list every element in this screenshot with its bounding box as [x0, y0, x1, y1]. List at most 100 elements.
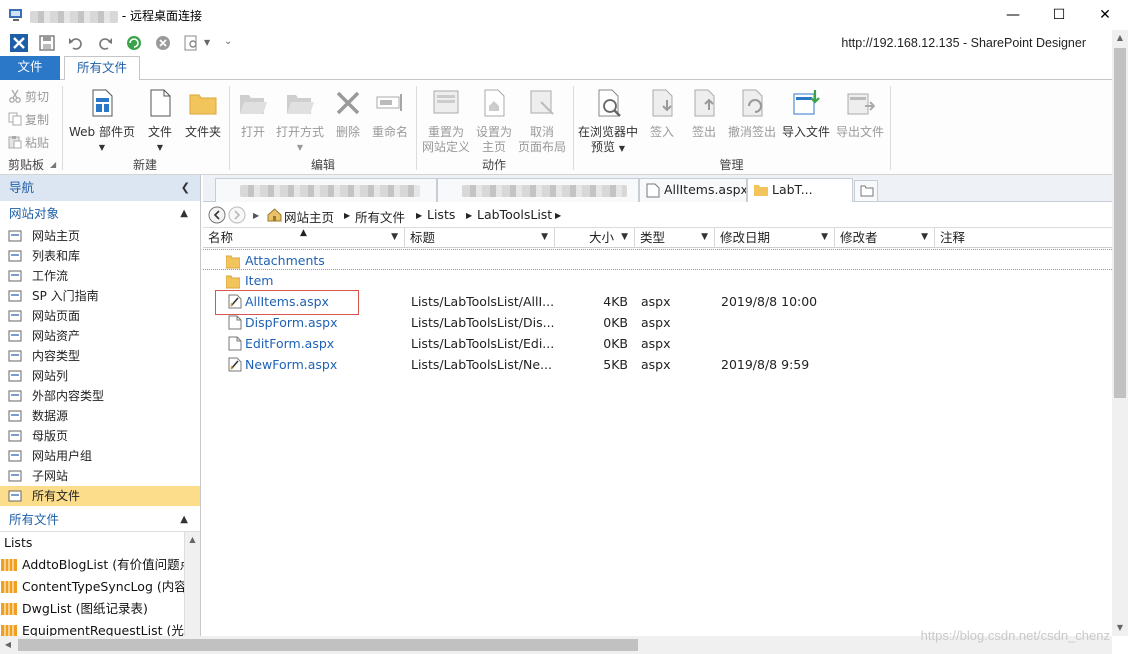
- table-row[interactable]: EditForm.aspx Lists/LabToolsList/Edi... 0K…: [203, 333, 1112, 354]
- table-row[interactable]: Attachments: [203, 249, 1112, 270]
- tree-root-lists[interactable]: Lists: [0, 532, 184, 554]
- open-button[interactable]: 打开: [234, 88, 272, 140]
- maximize-button[interactable]: ☐: [1036, 0, 1082, 30]
- file-name-link[interactable]: EditForm.aspx: [245, 336, 334, 351]
- column-comments[interactable]: 注释: [935, 228, 1112, 248]
- paste-button[interactable]: 粘贴: [8, 134, 49, 151]
- tree-list-item[interactable]: ContentTypeSyncLog (内容类: [0, 576, 184, 598]
- new-folder-button[interactable]: 文件夹: [182, 88, 224, 140]
- column-name[interactable]: 名称 ▲ ▼: [203, 228, 405, 248]
- nav-item-content-type[interactable]: 内容类型: [0, 346, 200, 366]
- new-web-part-page-button[interactable]: Web 部件页 ▼: [66, 88, 138, 155]
- site-objects-header[interactable]: 网站对象 ▲: [0, 203, 200, 225]
- undo-icon[interactable]: [68, 35, 84, 51]
- clipboard-launcher-icon[interactable]: ◢: [50, 160, 56, 169]
- redo-icon[interactable]: [97, 35, 113, 51]
- copy-button[interactable]: 复制: [8, 111, 49, 128]
- nav-item-asset[interactable]: 网站资产: [0, 326, 200, 346]
- close-button[interactable]: ✕: [1082, 0, 1128, 30]
- nav-item-getting-started[interactable]: SP 入门指南: [0, 286, 200, 306]
- breadcrumb-separator-icon[interactable]: ▶: [344, 211, 350, 220]
- stop-icon[interactable]: [155, 35, 171, 51]
- minimize-button[interactable]: —: [990, 0, 1036, 30]
- reset-to-site-definition-button[interactable]: 重置为 网站定义: [420, 88, 472, 155]
- nav-item-subsite[interactable]: 子网站: [0, 466, 200, 486]
- breadcrumb-all-files[interactable]: 所有文件: [355, 207, 405, 226]
- doc-tab-2[interactable]: [437, 178, 639, 202]
- preview-in-browser-button[interactable]: 在浏览器中 预览 ▼: [577, 88, 639, 156]
- breadcrumb-separator-icon[interactable]: ▶: [555, 211, 561, 220]
- new-file-button[interactable]: 文件 ▼: [142, 88, 178, 155]
- nav-item-external-content[interactable]: 外部内容类型: [0, 386, 200, 406]
- delete-button[interactable]: 删除: [330, 88, 366, 140]
- column-modified-date[interactable]: 修改日期 ▼: [715, 228, 835, 248]
- export-file-button[interactable]: 导出文件: [834, 88, 886, 140]
- cut-button[interactable]: 剪切: [8, 88, 49, 105]
- file-name-link[interactable]: NewForm.aspx: [245, 357, 337, 372]
- open-with-button[interactable]: 打开方式 ▼: [274, 88, 326, 155]
- chevron-up-icon[interactable]: ▲: [180, 203, 188, 225]
- nav-item-data-source[interactable]: 数据源: [0, 406, 200, 426]
- navigation-header[interactable]: 导航 ❮: [0, 175, 200, 201]
- filter-dropdown-icon[interactable]: ▼: [621, 228, 628, 247]
- breadcrumb-separator-icon[interactable]: ▶: [416, 211, 422, 220]
- save-icon[interactable]: [39, 35, 55, 51]
- breadcrumb-labtoolslist[interactable]: LabToolsList: [477, 207, 552, 222]
- breadcrumb-separator-icon[interactable]: ▶: [466, 211, 472, 220]
- sharepoint-designer-logo-icon[interactable]: [10, 34, 28, 52]
- check-out-button[interactable]: 签出: [684, 88, 724, 140]
- tab-file[interactable]: 文件: [0, 56, 60, 80]
- table-row[interactable]: DispForm.aspx Lists/LabToolsList/Dis... 0K…: [203, 312, 1112, 333]
- scrollbar-thumb[interactable]: [1114, 48, 1126, 398]
- table-row[interactable]: Item: [203, 270, 1112, 291]
- scroll-up-icon[interactable]: ▲: [1112, 30, 1128, 46]
- breadcrumb-lists[interactable]: Lists: [427, 207, 455, 222]
- all-files-header[interactable]: 所有文件 ▲: [0, 509, 200, 531]
- filter-dropdown-icon[interactable]: ▼: [821, 228, 828, 247]
- forward-button[interactable]: [228, 206, 246, 224]
- new-tab-button[interactable]: [854, 180, 878, 201]
- table-row[interactable]: NewForm.aspx Lists/LabToolsList/Ne... 5KB a…: [203, 354, 1112, 375]
- preview-dropdown-icon[interactable]: ▼: [204, 38, 210, 47]
- refresh-icon[interactable]: [126, 35, 142, 51]
- back-button[interactable]: [208, 206, 226, 224]
- undo-check-out-button[interactable]: 撤消签出: [726, 88, 778, 140]
- scroll-left-icon[interactable]: ◀: [0, 636, 16, 654]
- check-in-button[interactable]: 签入: [642, 88, 682, 140]
- breadcrumb-history-icon[interactable]: ▶: [253, 211, 259, 220]
- nav-item-users[interactable]: 网站用户组: [0, 446, 200, 466]
- chevron-up-icon[interactable]: ▲: [180, 509, 188, 531]
- import-files-button[interactable]: 导入文件: [780, 88, 832, 140]
- set-as-home-page-button[interactable]: 设置为 主页: [474, 88, 514, 155]
- doc-tab-1[interactable]: [215, 178, 437, 202]
- rename-button[interactable]: 重命名: [368, 88, 412, 140]
- scrollbar-thumb[interactable]: [18, 639, 638, 651]
- detach-page-layout-button[interactable]: 取消 页面布局: [516, 88, 568, 155]
- file-name-link[interactable]: Attachments: [245, 253, 325, 268]
- customize-toolbar-icon[interactable]: ⌄: [224, 36, 232, 47]
- tab-all-files[interactable]: 所有文件: [64, 56, 141, 81]
- nav-item-column[interactable]: 网站列: [0, 366, 200, 386]
- column-size[interactable]: 大小 ▼: [555, 228, 635, 248]
- nav-item-workflow[interactable]: 工作流: [0, 266, 200, 286]
- column-modified-by[interactable]: 修改者 ▼: [835, 228, 935, 248]
- doc-tab-labtoolslist[interactable]: LabT...: [747, 178, 853, 203]
- file-name-link[interactable]: DispForm.aspx: [245, 315, 338, 330]
- doc-tab-allitems[interactable]: AllItems.aspx: [639, 178, 747, 202]
- nav-item-page[interactable]: 网站页面: [0, 306, 200, 326]
- nav-item-list[interactable]: 列表和库: [0, 246, 200, 266]
- filter-dropdown-icon[interactable]: ▼: [391, 228, 398, 247]
- file-name-link[interactable]: Item: [245, 273, 273, 288]
- column-title[interactable]: 标题 ▼: [405, 228, 555, 248]
- scroll-up-icon[interactable]: ▲: [185, 532, 200, 548]
- tree-list-item[interactable]: AddtoBlogList (有价值问题点: [0, 554, 184, 576]
- nav-item-home[interactable]: 网站主页: [0, 226, 200, 246]
- vertical-scrollbar[interactable]: ▲ ▼: [1112, 30, 1128, 636]
- column-type[interactable]: 类型 ▼: [635, 228, 715, 248]
- scroll-down-icon[interactable]: ▼: [1112, 620, 1128, 636]
- collapse-nav-icon[interactable]: ❮: [181, 175, 190, 201]
- filter-dropdown-icon[interactable]: ▼: [541, 228, 548, 247]
- nav-item-master-page[interactable]: 母版页: [0, 426, 200, 446]
- tree-list-item[interactable]: DwgList (图纸记录表): [0, 598, 184, 620]
- breadcrumb-site-home[interactable]: 网站主页: [284, 207, 334, 226]
